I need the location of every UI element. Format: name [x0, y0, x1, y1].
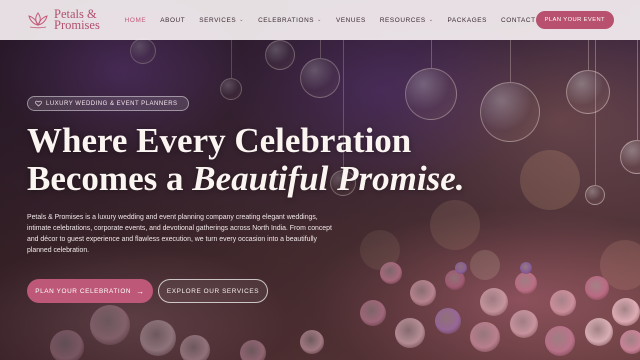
brand-name-line2: Promises [54, 18, 100, 32]
hero-badge: Luxury Wedding & Event Planners [27, 96, 189, 111]
hero-headline-line2-plain: Becomes a [27, 159, 184, 198]
main-nav: Home About Services ⌄ Celebrations ⌄ Venues Res… [125, 17, 536, 24]
arrow-right-icon: → [136, 286, 145, 296]
hero-headline: Where Every Celebration Becomes a Beauti… [27, 122, 464, 198]
nav-link-resources[interactable]: Resources ⌄ [380, 17, 434, 24]
nav-link-label: Resources [379, 16, 426, 24]
nav-link-label: Packages [447, 16, 488, 24]
hero-headline-line1: Where Every Celebration [27, 121, 412, 160]
hero-badge-label: Luxury Wedding & Event Planners [46, 100, 178, 107]
explore-services-button[interactable]: Explore Our Services [158, 279, 268, 303]
plan-your-celebration-label: Plan Your Celebration [35, 287, 132, 295]
nav-link-label: About [160, 16, 186, 24]
nav-link-celebrations[interactable]: Celebrations ⌄ [258, 17, 322, 24]
explore-services-label: Explore Our Services [166, 287, 260, 295]
top-navbar: Petals & Promises Home About Services ⌄ Cele… [0, 0, 640, 40]
nav-link-label: Services [199, 16, 237, 24]
nav-link-about[interactable]: About [160, 17, 185, 24]
nav-link-label: Home [124, 16, 147, 24]
nav-link-services[interactable]: Services ⌄ [199, 17, 244, 24]
nav-link-label: Celebrations [258, 16, 315, 24]
brand-logo[interactable]: Petals & Promises [26, 8, 123, 32]
plan-your-event-button[interactable]: Plan Your Event [535, 11, 614, 29]
nav-link-contact[interactable]: Contact [501, 17, 536, 24]
chevron-down-icon: ⌄ [239, 17, 245, 23]
nav-link-venues[interactable]: Venues [336, 17, 366, 24]
hero-intro-text: Petals & Promises is a luxury wedding an… [27, 214, 332, 254]
lotus-logo-icon [28, 12, 48, 29]
plan-your-celebration-button[interactable]: Plan Your Celebration → [27, 279, 153, 303]
nav-link-home[interactable]: Home [125, 17, 147, 24]
hero-headline-line2-italic: Beautiful Promise. [192, 159, 465, 198]
chevron-down-icon: ⌄ [428, 17, 434, 23]
heart-icon [35, 100, 42, 107]
nav-link-label: Contact [501, 16, 536, 24]
nav-link-packages[interactable]: Packages [448, 17, 488, 24]
chevron-down-icon: ⌄ [317, 17, 322, 23]
nav-link-label: Venues [335, 16, 366, 24]
